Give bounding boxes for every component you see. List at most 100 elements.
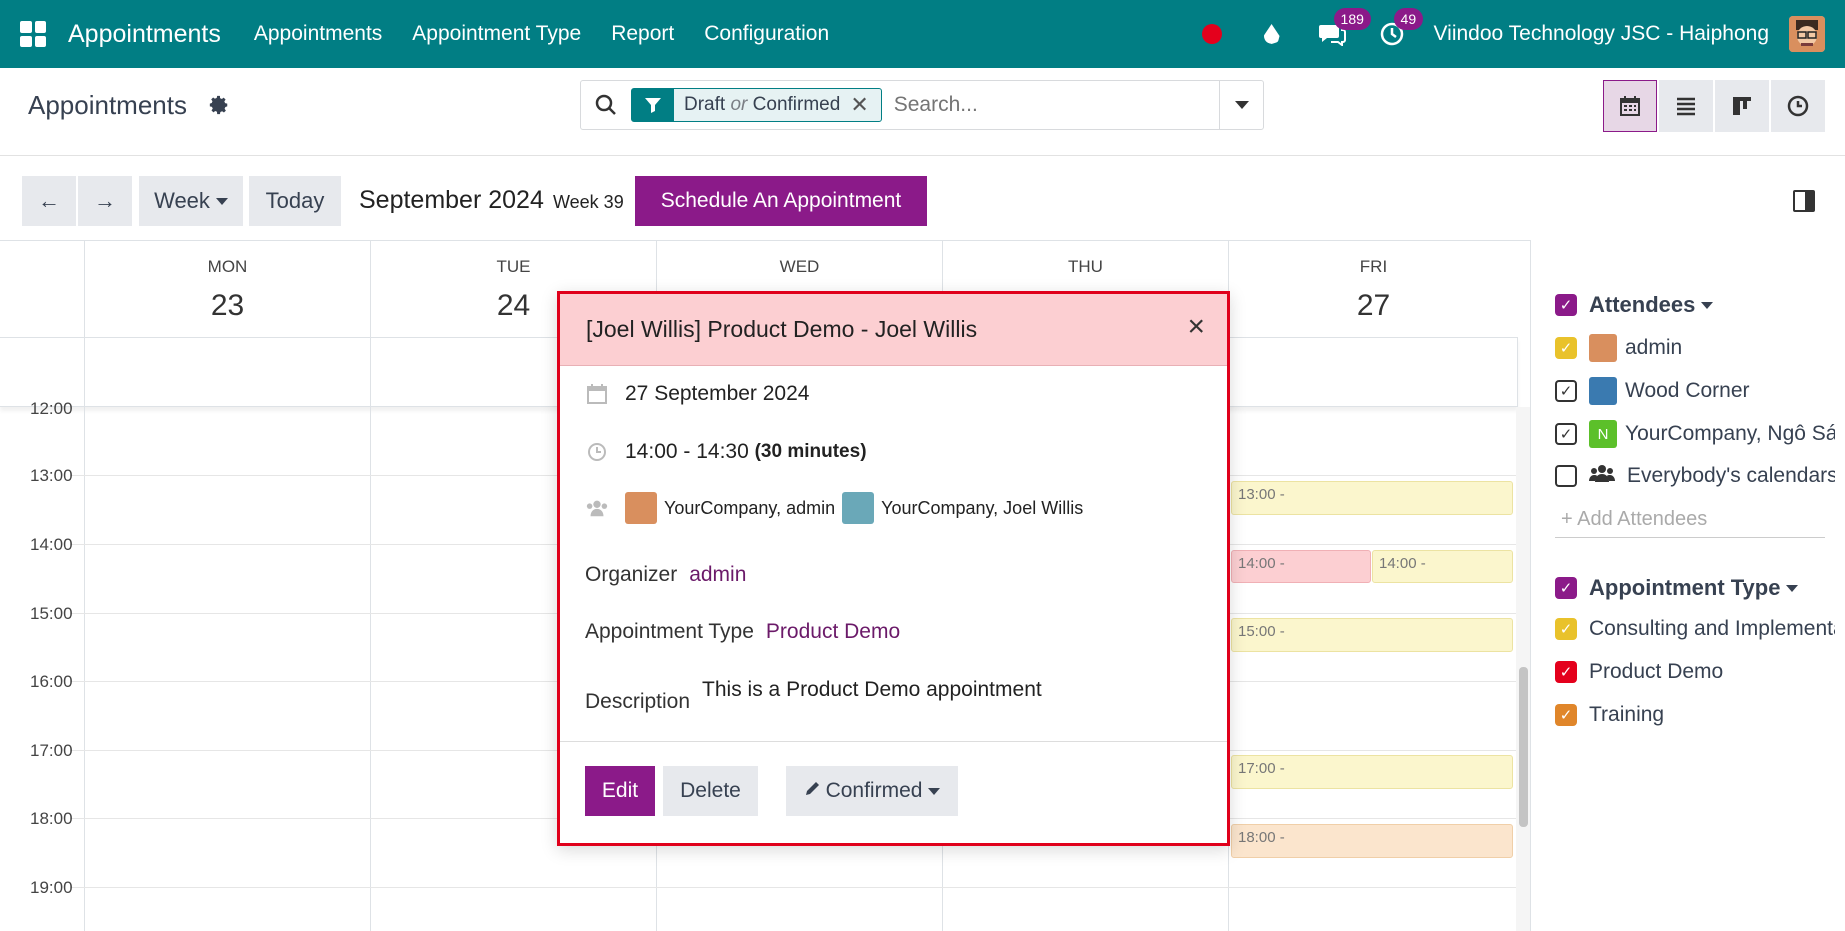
description-label: Description <box>585 690 691 713</box>
schedule-appointment-button[interactable]: Schedule An Appointment <box>635 176 927 226</box>
day-number: 23 <box>210 289 245 322</box>
type-label: Product Demo <box>1589 660 1724 683</box>
menu-configuration[interactable]: Configuration <box>704 22 829 46</box>
checkbox-checked[interactable]: ✓ <box>1555 661 1577 683</box>
calendar-event-selected[interactable]: 14:00 - <box>1231 550 1371 583</box>
scale-dropdown[interactable]: Week <box>139 176 243 226</box>
kanban-view-button[interactable] <box>1715 80 1769 132</box>
edit-button[interactable]: Edit <box>585 766 655 816</box>
day-name: THU <box>1068 257 1103 276</box>
day-header-fri: FRI 27 <box>1228 241 1518 337</box>
calendar-icon <box>585 383 609 405</box>
facet-value-draft: Draft <box>684 94 726 115</box>
facet-value-confirmed: Confirmed <box>752 94 841 115</box>
popover-footer: Edit Delete Confirmed <box>560 741 1227 843</box>
chat-icon[interactable]: 189 <box>1316 8 1371 50</box>
list-view-button[interactable] <box>1659 80 1713 132</box>
attendee-filter-admin[interactable]: ✓ admin <box>1555 334 1835 362</box>
calendar-event[interactable]: 17:00 - <box>1231 755 1513 789</box>
calendar-view-button[interactable] <box>1603 80 1657 132</box>
calendar-event[interactable]: 18:00 - <box>1231 824 1513 858</box>
attendee-filter-yourcompany[interactable]: ✓ N YourCompany, Ngô Sách <box>1555 420 1835 448</box>
type-filter-training[interactable]: ✓ Training <box>1555 703 1835 727</box>
checkbox-checked[interactable]: ✓ <box>1555 618 1577 640</box>
menu-appointments[interactable]: Appointments <box>254 22 382 46</box>
type-filter-consulting[interactable]: ✓ Consulting and Implementation <box>1555 617 1835 641</box>
previous-button[interactable]: ← <box>22 176 76 226</box>
checkbox-unchecked[interactable] <box>1555 465 1577 487</box>
calendar-event[interactable]: 14:00 - <box>1372 550 1513 583</box>
delete-button[interactable]: Delete <box>663 766 758 816</box>
filter-facet[interactable]: Draft or Confirmed ✕ <box>631 88 882 122</box>
messages-badge: 189 <box>1333 8 1371 30</box>
list-icon <box>1677 97 1695 116</box>
checkbox-checked[interactable]: ✓ <box>1555 577 1577 599</box>
activity-clock-icon[interactable]: 49 <box>1376 8 1424 50</box>
today-button[interactable]: Today <box>249 176 341 226</box>
attendee-name[interactable]: YourCompany, Joel Willis <box>881 498 1083 519</box>
month-label: September 2024 <box>359 186 544 214</box>
day-number: 27 <box>1356 289 1391 322</box>
drop-icon[interactable] <box>1256 18 1288 50</box>
attendees-filter-header[interactable]: ✓ Attendees <box>1555 292 1714 318</box>
time-label: 18:00 <box>30 809 73 828</box>
remove-facet-icon[interactable]: ✕ <box>850 92 880 118</box>
popover-header: [Joel Willis] Product Demo - Joel Willis <box>560 294 1227 366</box>
apps-menu-icon[interactable] <box>20 21 46 47</box>
time-label: 13:00 <box>30 466 73 485</box>
search-input[interactable] <box>893 93 1204 117</box>
popover-description-row: Description This is a Product Demo appoi… <box>585 678 1042 714</box>
day-name: TUE <box>496 257 531 276</box>
pencil-icon <box>804 779 822 803</box>
appointment-type-filter-header[interactable]: ✓ Appointment Type <box>1555 575 1799 601</box>
popover-attendees-row: YourCompany, admin YourCompany, Joel Wil… <box>585 492 1090 524</box>
avatar: N <box>1589 420 1617 448</box>
close-icon[interactable]: × <box>1187 310 1205 344</box>
menu-report[interactable]: Report <box>611 22 674 46</box>
avatar <box>625 492 657 524</box>
avatar <box>842 492 875 524</box>
time-label: 12:00 <box>30 399 73 418</box>
search-bar: Draft or Confirmed ✕ <box>580 80 1264 130</box>
next-button[interactable]: → <box>78 176 132 226</box>
avatar <box>1589 334 1617 362</box>
attendee-filter-wood-corner[interactable]: ✓ Wood Corner <box>1555 377 1835 405</box>
user-avatar[interactable] <box>1789 16 1825 52</box>
calendar-event[interactable]: 13:00 - <box>1231 481 1513 515</box>
popover-date-row: 27 September 2024 <box>585 382 809 406</box>
checkbox-checked[interactable]: ✓ <box>1555 337 1577 359</box>
popover-time-row: 14:00 - 14:30 (30 minutes) <box>585 440 867 464</box>
checkbox-checked[interactable]: ✓ <box>1555 380 1577 402</box>
clock-icon <box>1787 95 1809 117</box>
time-label: 19:00 <box>30 878 73 897</box>
organizer-link[interactable]: admin <box>689 563 746 587</box>
checkbox-checked[interactable]: ✓ <box>1555 294 1577 316</box>
types-title: Appointment Type <box>1589 575 1781 600</box>
grid-scrollbar[interactable] <box>1516 407 1530 931</box>
app-brand[interactable]: Appointments <box>68 20 221 49</box>
day-header-mon: MON 23 <box>84 241 370 337</box>
gear-icon[interactable] <box>208 94 230 122</box>
checkbox-checked[interactable]: ✓ <box>1555 423 1577 445</box>
activity-view-button[interactable] <box>1771 80 1825 132</box>
checkbox-checked[interactable]: ✓ <box>1555 704 1577 726</box>
search-options-toggle[interactable] <box>1219 81 1263 129</box>
calendar-toolbar: ← → Week Today September 2024 Week 39 Sc… <box>0 156 1845 240</box>
sidepanel-toggle-icon[interactable] <box>1793 190 1815 212</box>
attendee-name[interactable]: YourCompany, admin <box>664 498 835 519</box>
time-label: 14:00 <box>30 535 73 554</box>
company-switcher[interactable]: Viindoo Technology JSC - Haiphong <box>1434 22 1769 46</box>
menu-appointment-type[interactable]: Appointment Type <box>412 22 581 46</box>
status-dropdown[interactable]: Confirmed <box>786 766 958 816</box>
record-icon[interactable] <box>1196 18 1228 50</box>
type-link[interactable]: Product Demo <box>766 620 900 644</box>
attendee-filter-everybody[interactable]: Everybody's calendars <box>1555 463 1835 489</box>
calendar-event[interactable]: 15:00 - <box>1231 618 1513 652</box>
time-label: 17:00 <box>30 741 73 760</box>
description-text: This is a Product Demo appointment <box>702 678 1042 701</box>
scale-label: Week <box>154 188 210 213</box>
event-duration: (30 minutes) <box>754 441 867 462</box>
type-filter-product-demo[interactable]: ✓ Product Demo <box>1555 660 1835 684</box>
add-attendees-input[interactable]: + Add Attendees <box>1555 508 1825 538</box>
activities-badge: 49 <box>1393 8 1424 30</box>
